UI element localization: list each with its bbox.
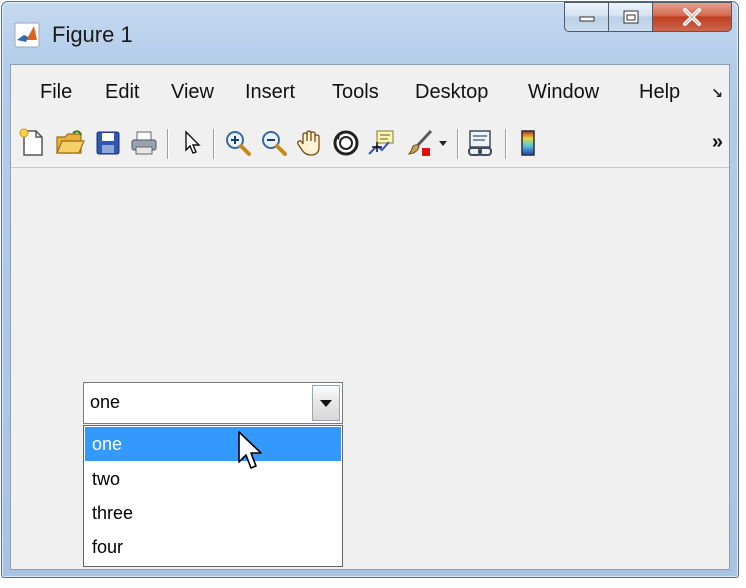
maximize-button[interactable]	[608, 2, 652, 32]
menu-file[interactable]: File	[40, 80, 72, 104]
new-figure-icon	[19, 128, 43, 156]
title-bar[interactable]: Figure 1	[2, 2, 738, 62]
pan-icon	[297, 130, 320, 156]
menu-bar: File Edit View Insert Tools Desktop Wind…	[11, 65, 729, 120]
figure-window: Figure 1 File Edit View Insert Tools Des…	[1, 1, 739, 578]
window-controls	[564, 2, 732, 35]
toolbar-separator	[457, 129, 458, 159]
rotate-3d-button[interactable]	[329, 125, 363, 161]
edit-plot-button[interactable]	[175, 125, 209, 161]
close-icon	[683, 8, 701, 26]
maximize-icon	[623, 10, 638, 24]
mouse-pointer-icon	[238, 431, 262, 469]
dock-arrow-icon[interactable]: ↘	[711, 85, 723, 102]
print-icon	[131, 131, 157, 155]
window-title: Figure 1	[52, 22, 133, 47]
popup-option[interactable]: one	[85, 427, 341, 461]
popup-options-list: one two three four	[83, 425, 343, 567]
colorbar-icon	[521, 130, 535, 156]
brush-button[interactable]	[403, 125, 437, 161]
toolbar-separator	[213, 129, 214, 159]
menu-insert[interactable]: Insert	[245, 80, 295, 104]
toolbar-separator	[167, 129, 168, 159]
data-cursor-icon	[368, 130, 394, 155]
figure-client-area: File Edit View Insert Tools Desktop Wind…	[10, 64, 730, 570]
print-button[interactable]	[127, 125, 161, 161]
toolbar-separator	[505, 129, 506, 159]
brush-icon	[407, 129, 433, 156]
pan-button[interactable]	[293, 125, 327, 161]
new-figure-button[interactable]	[15, 125, 49, 161]
menu-view[interactable]: View	[171, 80, 214, 104]
open-file-icon	[56, 130, 85, 154]
zoom-out-icon	[262, 131, 287, 156]
zoom-in-icon	[226, 131, 251, 156]
zoom-in-button[interactable]	[221, 125, 255, 161]
figure-toolbar: »	[11, 119, 729, 168]
rotate-3d-icon	[333, 130, 359, 156]
popup-option[interactable]: three	[85, 496, 341, 530]
menu-edit[interactable]: Edit	[105, 80, 139, 104]
chevron-down-icon	[320, 400, 332, 407]
menu-window[interactable]: Window	[528, 80, 599, 104]
colorbar-button[interactable]	[511, 125, 545, 161]
menu-desktop[interactable]: Desktop	[415, 80, 488, 104]
popup-option[interactable]: four	[85, 530, 341, 564]
data-cursor-button[interactable]	[365, 125, 399, 161]
minimize-button[interactable]	[564, 2, 608, 32]
link-plot-button[interactable]	[463, 125, 497, 161]
popup-menu[interactable]: one	[83, 382, 343, 424]
close-button[interactable]	[652, 2, 732, 32]
link-plot-icon	[468, 130, 492, 156]
edit-plot-icon	[185, 130, 201, 154]
open-file-button[interactable]	[53, 125, 87, 161]
zoom-out-button[interactable]	[257, 125, 291, 161]
popup-dropdown-button[interactable]	[312, 385, 340, 421]
save-button[interactable]	[91, 125, 125, 161]
popup-selected-value: one	[90, 392, 121, 412]
brush-dropdown-icon	[439, 141, 447, 146]
save-icon	[96, 131, 120, 155]
menu-help[interactable]: Help	[639, 80, 680, 104]
menu-tools[interactable]: Tools	[332, 80, 379, 104]
brush-dropdown-button[interactable]	[435, 125, 451, 161]
toolbar-overflow-icon[interactable]: »	[712, 131, 723, 154]
matlab-icon	[14, 22, 40, 48]
minimize-icon	[579, 16, 594, 22]
popup-option[interactable]: two	[85, 462, 341, 496]
